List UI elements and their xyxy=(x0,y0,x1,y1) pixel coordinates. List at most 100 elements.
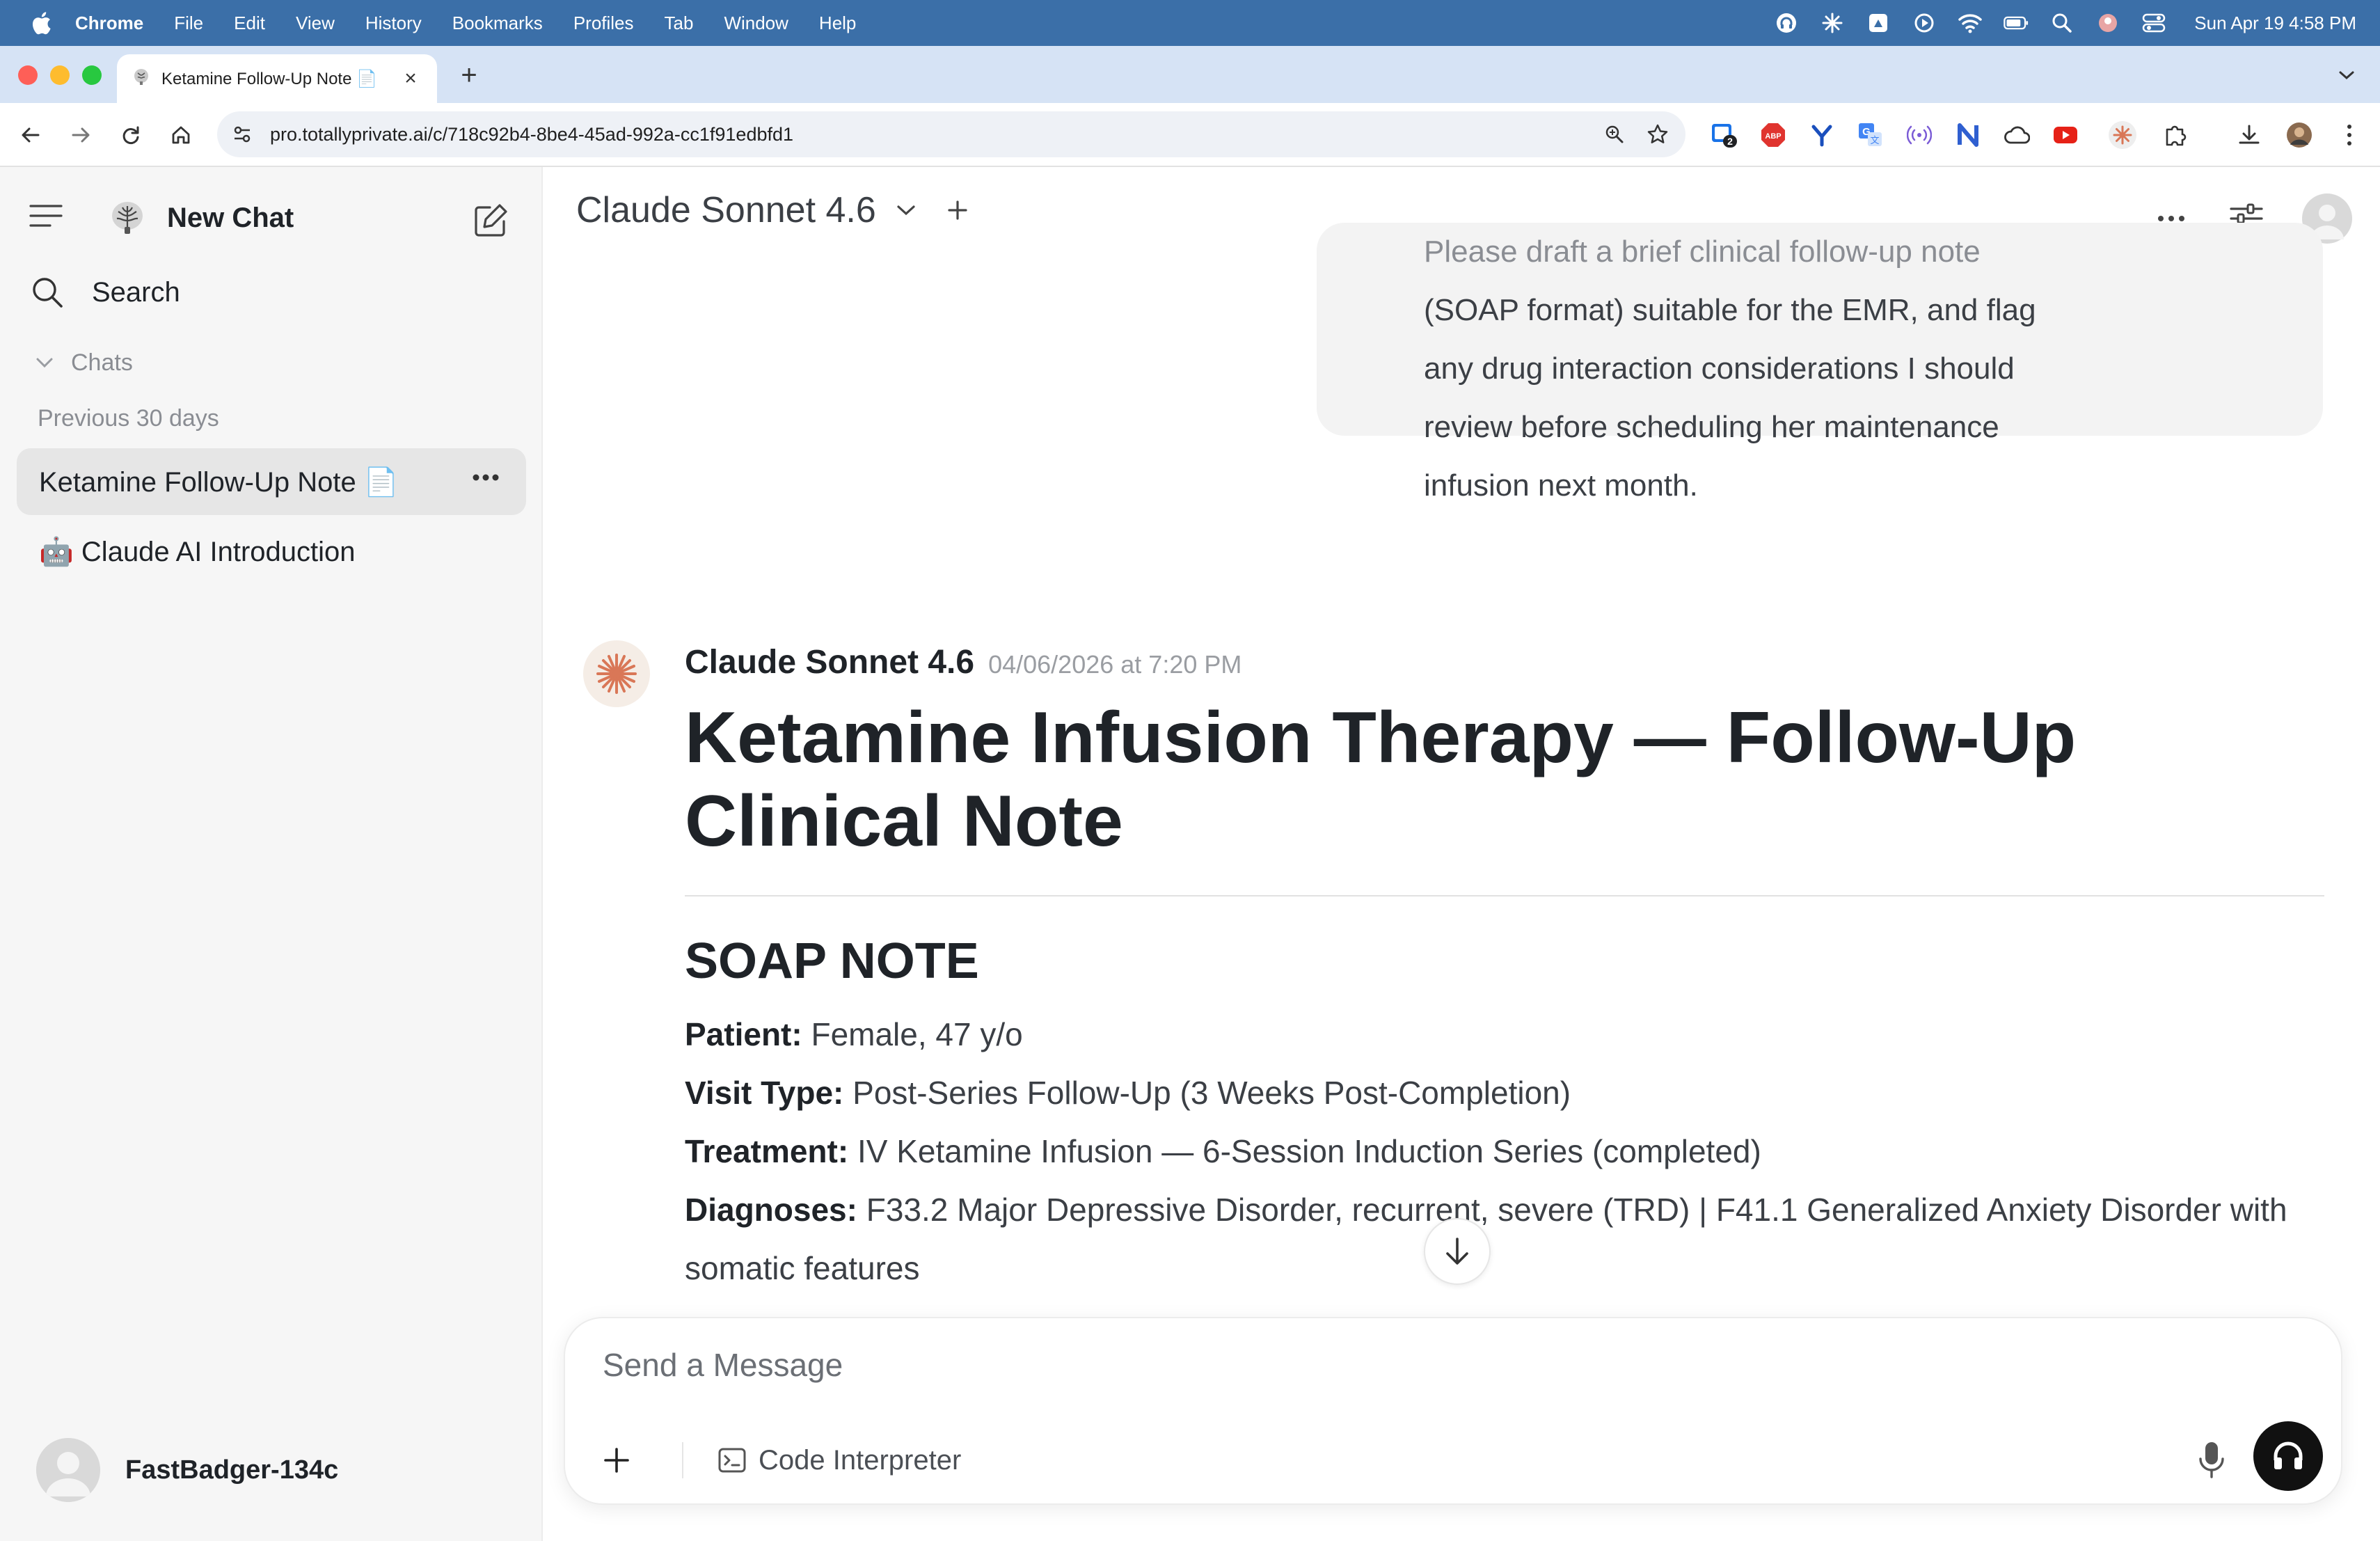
browser-tab-title: Ketamine Follow-Up Note 📄 xyxy=(161,69,377,88)
browser-toolbar: pro.totallyprivate.ai/c/718c92b4-8be4-45… xyxy=(0,103,2380,167)
message-composer: Send a Message Code Interpreter xyxy=(564,1317,2342,1505)
sidebar-search[interactable]: Search xyxy=(31,271,180,313)
user-message-line: (SOAP format) suitable for the EMR, and … xyxy=(1424,293,2036,327)
note-field-treatment: Treatment: IV Ketamine Infusion — 6-Sess… xyxy=(685,1122,2327,1180)
chrome-menu-icon[interactable] xyxy=(2333,118,2366,152)
apple-icon[interactable] xyxy=(25,7,57,39)
voice-mode-headphones-icon[interactable] xyxy=(2253,1421,2323,1491)
sidebar-chat-item-active[interactable]: Ketamine Follow-Up Note 📄 xyxy=(17,448,526,515)
chat-item-label: Ketamine Follow-Up Note 📄 xyxy=(39,466,399,498)
home-icon[interactable] xyxy=(164,118,198,152)
play-status-icon[interactable] xyxy=(1912,10,1937,35)
menu-view[interactable]: View xyxy=(296,13,335,34)
attach-plus-button[interactable] xyxy=(597,1441,636,1480)
macos-menubar: Chrome File Edit View History Bookmarks … xyxy=(0,0,2380,46)
extensions-puzzle-icon[interactable] xyxy=(2159,118,2192,152)
y-extension-icon[interactable] xyxy=(1805,118,1839,152)
drive-status-icon[interactable] xyxy=(1866,10,1891,35)
search-icon xyxy=(31,276,64,309)
code-interpreter-toggle[interactable]: Code Interpreter xyxy=(718,1441,961,1480)
menu-edit[interactable]: Edit xyxy=(234,13,265,34)
chevron-down-icon xyxy=(896,203,917,217)
chats-section-toggle[interactable]: Chats xyxy=(35,345,133,380)
add-model-plus-icon[interactable] xyxy=(947,200,968,221)
extension-badge: 2 xyxy=(1727,136,1733,147)
claude-extension-icon[interactable] xyxy=(2106,118,2139,152)
tab-close-icon[interactable]: × xyxy=(399,67,422,90)
brain-favicon-icon xyxy=(132,68,150,90)
youtube-extension-icon[interactable] xyxy=(2049,118,2082,152)
chat-main: Claude Sonnet 4.6 Please draft a brief c… xyxy=(544,167,2380,1541)
address-bar[interactable]: pro.totallyprivate.ai/c/718c92b4-8be4-45… xyxy=(217,111,1685,157)
user-message-line: any drug interaction considerations I sh… xyxy=(1424,351,2015,386)
reload-icon[interactable] xyxy=(114,118,148,152)
message-input[interactable]: Send a Message xyxy=(603,1346,843,1384)
microphone-icon[interactable] xyxy=(2191,1439,2232,1481)
user-message-line: Please draft a brief clinical follow-up … xyxy=(1424,235,1981,269)
compose-edit-icon[interactable] xyxy=(472,202,509,239)
menubar-clock[interactable]: Sun Apr 19 4:58 PM xyxy=(2194,13,2356,34)
more-options-icon[interactable] xyxy=(472,473,500,482)
composer-divider xyxy=(682,1442,683,1478)
menu-window[interactable]: Window xyxy=(724,13,788,34)
field-label: Treatment: xyxy=(685,1133,849,1169)
field-label: Visit Type: xyxy=(685,1075,844,1111)
battery-icon[interactable] xyxy=(2004,10,2029,35)
spotlight-search-icon[interactable] xyxy=(2049,10,2074,35)
menu-bookmarks[interactable]: Bookmarks xyxy=(452,13,543,34)
sidebar-chat-item[interactable]: 🤖 Claude AI Introduction xyxy=(39,530,356,572)
n-extension-icon[interactable] xyxy=(1951,118,1985,152)
control-center-icon[interactable] xyxy=(2141,10,2166,35)
translate-extension-icon[interactable]: G文 xyxy=(1854,118,1887,152)
menubar-status-area: Sun Apr 19 4:58 PM xyxy=(1753,0,2356,46)
model-selector[interactable]: Claude Sonnet 4.6 xyxy=(576,189,968,231)
chevron-down-icon xyxy=(35,356,54,370)
period-label: Previous 30 days xyxy=(38,404,219,432)
sparkle-status-icon[interactable] xyxy=(1820,10,1845,35)
menu-tab[interactable]: Tab xyxy=(665,13,694,34)
svg-text:ABP: ABP xyxy=(1765,132,1781,141)
menu-file[interactable]: File xyxy=(174,13,203,34)
tab-search-chevron-icon[interactable] xyxy=(2333,61,2361,89)
adblock-extension-icon[interactable]: ABP xyxy=(1756,118,1790,152)
window-minimize-button[interactable] xyxy=(50,65,70,85)
user-name: FastBadger-134c xyxy=(125,1455,339,1485)
user-status-icon[interactable] xyxy=(2095,10,2120,35)
note-field-diagnoses: Diagnoses: F33.2 Major Depressive Disord… xyxy=(685,1180,2327,1297)
sidebar-toggle-icon[interactable] xyxy=(29,203,64,228)
menu-help[interactable]: Help xyxy=(819,13,856,34)
forward-arrow-icon[interactable] xyxy=(64,118,97,152)
user-profile[interactable]: FastBadger-134c xyxy=(36,1438,338,1502)
new-tab-button[interactable]: + xyxy=(454,60,484,90)
menu-profiles[interactable]: Profiles xyxy=(573,13,634,34)
chat-item-label: 🤖 Claude AI Introduction xyxy=(39,536,356,567)
browser-tab-active[interactable]: Ketamine Follow-Up Note 📄 × xyxy=(117,54,437,103)
broadcast-extension-icon[interactable] xyxy=(1903,118,1936,152)
zoom-icon[interactable] xyxy=(1599,119,1630,150)
scroll-to-bottom-button[interactable] xyxy=(1424,1218,1491,1285)
arrow-down-icon xyxy=(1443,1236,1471,1267)
field-label: Diagnoses: xyxy=(685,1192,857,1228)
field-value: Female, 47 y/o xyxy=(811,1016,1023,1052)
tab-manager-extension-icon[interactable]: 2 xyxy=(1708,118,1741,152)
wifi-icon[interactable] xyxy=(1958,10,1983,35)
divider xyxy=(685,895,2324,896)
user-message-bubble: Please draft a brief clinical follow-up … xyxy=(1317,223,2323,503)
url-text[interactable]: pro.totallyprivate.ai/c/718c92b4-8be4-45… xyxy=(270,124,1599,145)
field-label: Patient: xyxy=(685,1016,802,1052)
profile-avatar-icon[interactable] xyxy=(2283,118,2316,152)
menu-app-chrome[interactable]: Chrome xyxy=(75,13,143,34)
back-arrow-icon[interactable] xyxy=(14,118,47,152)
headphones-status-icon[interactable] xyxy=(1774,10,1799,35)
menu-history[interactable]: History xyxy=(365,13,422,34)
site-info-icon[interactable] xyxy=(227,119,257,150)
model-name: Claude Sonnet 4.6 xyxy=(576,190,876,230)
new-chat-row[interactable]: New Chat xyxy=(109,195,294,241)
cloud-extension-icon[interactable] xyxy=(2000,118,2033,152)
bookmark-star-icon[interactable] xyxy=(1642,119,1673,150)
downloads-icon[interactable] xyxy=(2232,118,2266,152)
note-field-patient: Patient: Female, 47 y/o xyxy=(685,1005,2327,1064)
window-close-button[interactable] xyxy=(18,65,38,85)
window-zoom-button[interactable] xyxy=(82,65,102,85)
field-value: Post-Series Follow-Up (3 Weeks Post-Comp… xyxy=(852,1075,1571,1111)
